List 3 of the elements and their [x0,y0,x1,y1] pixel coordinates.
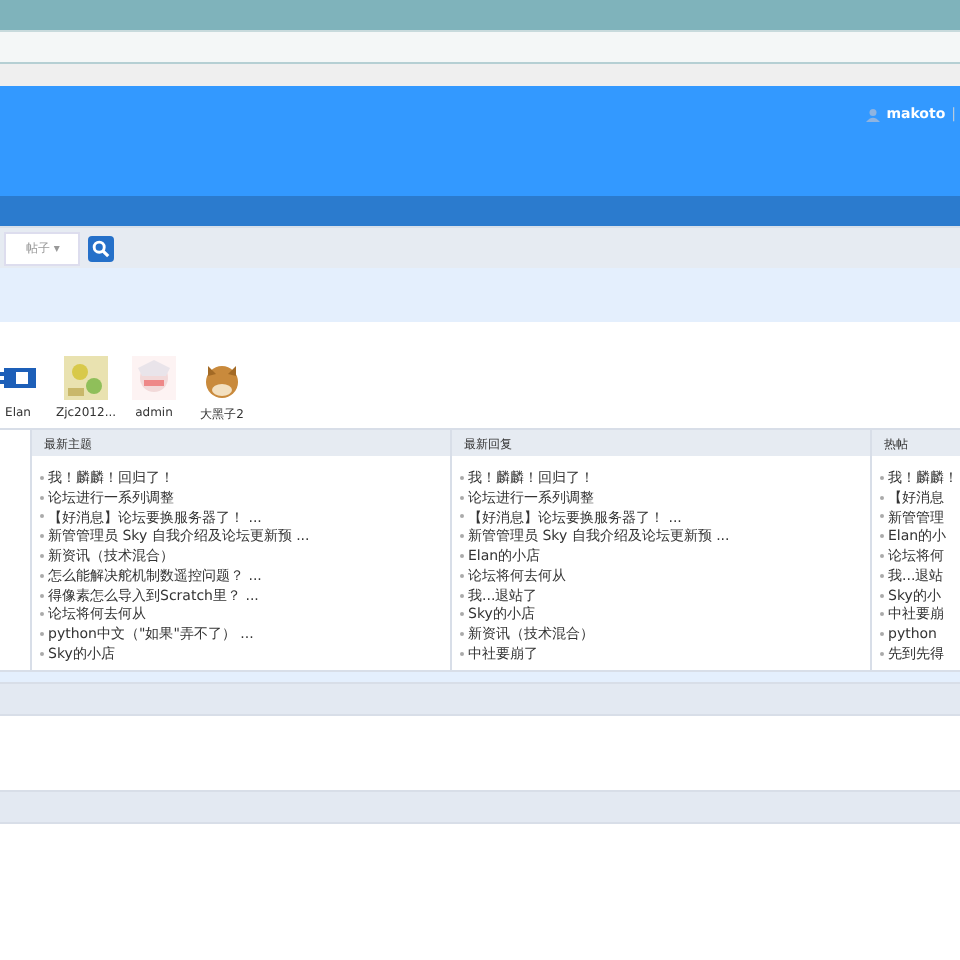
search-button[interactable] [88,235,114,261]
user-icon [866,107,881,121]
search-icon [92,239,110,257]
